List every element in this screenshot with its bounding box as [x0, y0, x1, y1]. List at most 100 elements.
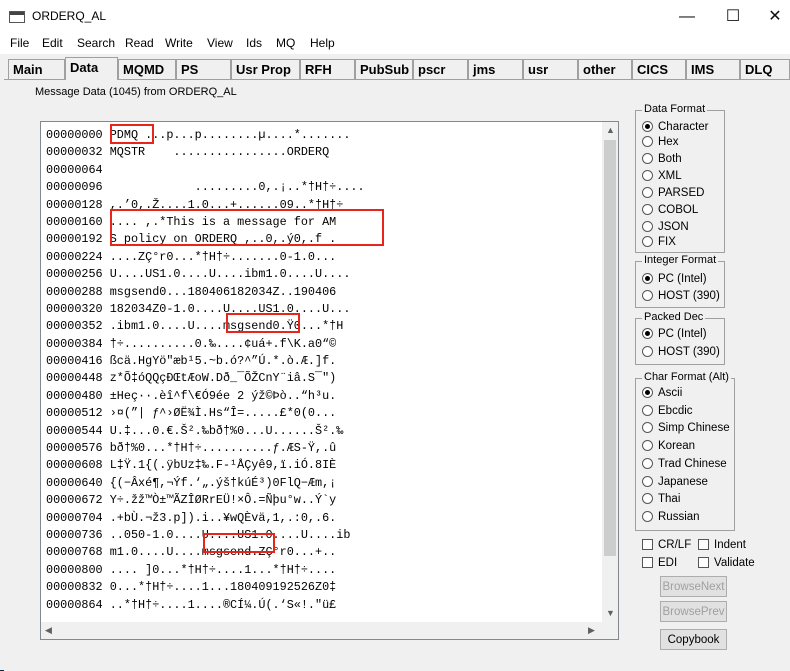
tab-ims[interactable]: IMS — [686, 59, 740, 79]
data-line: 00000352 .ibm1.0....U....msgsend0.Ÿ0...*… — [46, 319, 344, 334]
option-label: Korean — [658, 440, 696, 452]
radio-icon — [642, 346, 653, 357]
data-format-fix-radio[interactable]: FIX — [642, 236, 676, 252]
integer-format-host-radio[interactable]: HOST (390) — [642, 290, 720, 306]
browse-next-button[interactable]: BrowseNext — [660, 576, 727, 597]
browse-prev-button[interactable]: BrowsePrev — [660, 601, 727, 622]
menu-mq[interactable]: MQ — [276, 36, 295, 50]
tab-ps[interactable]: PS — [176, 59, 231, 79]
tab-pubsub[interactable]: PubSub — [355, 59, 413, 79]
data-format-both-radio[interactable]: Both — [642, 153, 682, 169]
option-label: Character — [658, 121, 709, 133]
data-line: 00000704 .+bÙ.¬ž3.p]).i..¥wQÈvä,1,.:0,.6… — [46, 510, 337, 525]
option-label: FIX — [658, 236, 676, 248]
option-label: Trad Chinese — [658, 458, 727, 470]
radio-icon — [642, 187, 653, 198]
validate-checkbox[interactable]: Validate — [698, 557, 755, 573]
char-format-trad-chinese-radio[interactable]: Trad Chinese — [642, 458, 727, 474]
data-line: 00000096 .........0,.¡..*†H†÷.... — [46, 180, 365, 195]
data-line: 00000672 Y÷.žž™Ò±™ÃZÎØRrEÜ!×Ô.=Ñþu°w..Ý`… — [46, 493, 337, 508]
data-line: 00000448 z*Õ‡óQQçÐŒtÆoW.Dð_¯ÕŽCnY¨iâ.S¯"… — [46, 371, 337, 386]
edi-checkbox[interactable]: EDI — [642, 557, 677, 573]
tab-other[interactable]: other — [578, 59, 632, 79]
packed-dec-label: Packed Dec — [642, 311, 706, 323]
indent-checkbox[interactable]: Indent — [698, 539, 746, 555]
packed-dec-host-radio[interactable]: HOST (390) — [642, 346, 720, 362]
crlf-checkbox[interactable]: CR/LF — [642, 539, 691, 555]
radio-icon — [642, 153, 653, 164]
highlight-policy-text — [110, 209, 384, 246]
char-format-korean-radio[interactable]: Korean — [642, 440, 695, 456]
application-window: ORDERQ_AL — ☐ ✕ File Edit Search Read Wr… — [0, 0, 790, 671]
integer-format-label: Integer Format — [642, 254, 719, 266]
menu-bar: File Edit Search Read Write View Ids MQ … — [0, 34, 790, 54]
menu-write[interactable]: Write — [165, 36, 193, 50]
option-label: PC (Intel) — [658, 328, 707, 340]
data-format-hex-radio[interactable]: Hex — [642, 136, 678, 152]
menu-view[interactable]: View — [207, 36, 233, 50]
char-format-label: Char Format (Alt) — [642, 371, 731, 383]
char-format-simp-chinese-radio[interactable]: Simp Chinese — [642, 422, 730, 438]
option-label: Hex — [658, 136, 679, 148]
tab-data[interactable]: Data — [65, 57, 118, 80]
tab-main[interactable]: Main — [8, 59, 65, 79]
vertical-scrollbar[interactable]: ▲ ▼ — [602, 122, 618, 622]
checkbox-label: Indent — [714, 539, 746, 551]
tab-jms[interactable]: jms — [468, 59, 523, 79]
radio-icon — [642, 422, 653, 433]
option-label: Ebcdic — [658, 405, 693, 417]
data-format-xml-radio[interactable]: XML — [642, 170, 682, 186]
tab-usr-prop[interactable]: Usr Prop — [231, 59, 300, 79]
checkbox-icon — [698, 557, 709, 568]
message-data-label: Message Data (1045) from ORDERQ_AL — [35, 86, 237, 98]
radio-icon — [642, 458, 653, 469]
data-line: 00000576 bð†%0...*†H†÷..........ƒ.ÆS-Ÿ,.… — [46, 441, 337, 456]
integer-format-pc-radio[interactable]: PC (Intel) — [642, 273, 707, 289]
checkbox-icon — [642, 539, 653, 550]
menu-file[interactable]: File — [10, 36, 29, 50]
radio-icon — [642, 204, 653, 215]
minimize-icon[interactable]: — — [664, 4, 710, 30]
data-line: 00000480 ±Heç··.èî^f\€Ó9ée 2 ýž©Þò..“h³u… — [46, 388, 337, 403]
scroll-left-icon[interactable]: ◀ — [45, 625, 52, 636]
menu-ids[interactable]: Ids — [246, 36, 262, 50]
char-format-japanese-radio[interactable]: Japanese — [642, 476, 708, 492]
data-format-cobol-radio[interactable]: COBOL — [642, 204, 698, 220]
menu-help[interactable]: Help — [310, 36, 335, 50]
radio-icon — [642, 221, 653, 232]
tab-usr[interactable]: usr — [523, 59, 578, 79]
data-format-parsed-radio[interactable]: PARSED — [642, 187, 704, 203]
char-format-ebcdic-radio[interactable]: Ebcdic — [642, 405, 693, 421]
maximize-icon[interactable]: ☐ — [710, 4, 756, 30]
message-data-textarea[interactable]: 00000000 PDMQ ...p...p........µ....*....… — [40, 121, 619, 640]
tab-pscr[interactable]: pscr — [413, 59, 468, 79]
checkbox-label: CR/LF — [658, 539, 692, 551]
radio-icon — [642, 511, 653, 522]
vertical-scroll-thumb[interactable] — [604, 140, 616, 556]
scroll-right-icon[interactable]: ▶ — [588, 625, 595, 636]
menu-edit[interactable]: Edit — [42, 36, 63, 50]
data-line: 00000224 ....ZÇ°r0...*†H†÷.......0-1.0..… — [46, 249, 337, 264]
radio-icon — [642, 493, 653, 504]
window-title: ORDERQ_AL — [32, 9, 107, 23]
tab-dlq[interactable]: DLQ — [740, 59, 790, 79]
char-format-ascii-radio[interactable]: Ascii — [642, 387, 682, 403]
copybook-button[interactable]: Copybook — [660, 629, 727, 650]
tab-mqmd[interactable]: MQMD — [118, 59, 176, 79]
char-format-thai-radio[interactable]: Thai — [642, 493, 680, 509]
horizontal-scrollbar[interactable]: ◀ ▶ — [41, 622, 602, 639]
scroll-up-icon[interactable]: ▲ — [606, 125, 615, 135]
app-icon — [9, 11, 25, 23]
menu-search[interactable]: Search — [77, 36, 115, 50]
radio-icon — [642, 170, 653, 181]
radio-selected-icon — [642, 387, 653, 398]
packed-dec-pc-radio[interactable]: PC (Intel) — [642, 328, 707, 344]
tab-cics[interactable]: CICS — [632, 59, 686, 79]
scroll-down-icon[interactable]: ▼ — [606, 608, 615, 618]
menu-read[interactable]: Read — [125, 36, 154, 50]
tab-rfh[interactable]: RFH — [300, 59, 355, 79]
char-format-russian-radio[interactable]: Russian — [642, 511, 700, 527]
close-icon[interactable]: ✕ — [752, 4, 790, 30]
data-format-json-radio[interactable]: JSON — [642, 221, 689, 237]
data-format-character-radio[interactable]: Character — [642, 121, 709, 137]
